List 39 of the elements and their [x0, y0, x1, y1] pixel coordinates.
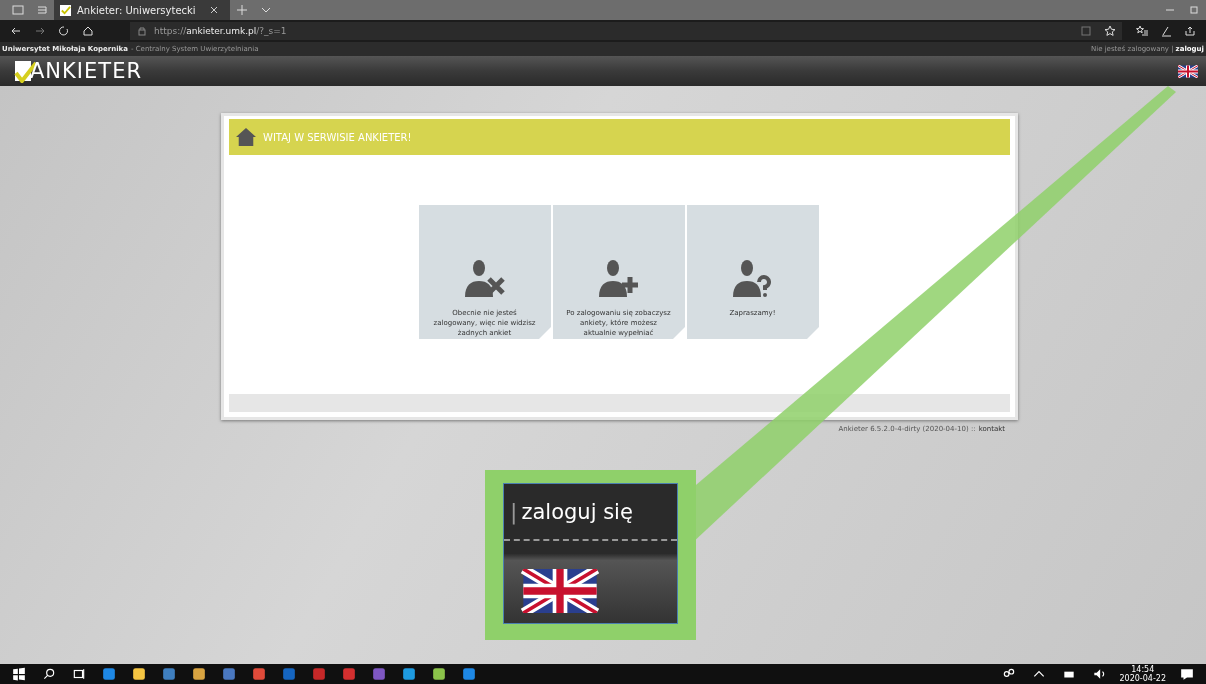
- refresh-icon[interactable]: [58, 25, 70, 37]
- user-add-icon: [596, 257, 641, 297]
- windows-logo-icon[interactable]: [12, 667, 26, 681]
- new-tab-icon[interactable]: [235, 4, 248, 16]
- lock-icon: [136, 25, 148, 37]
- app-icon[interactable]: [132, 667, 146, 681]
- user-remove-icon: [462, 257, 507, 297]
- folded-corner: [806, 327, 819, 339]
- notifications-icon[interactable]: [1180, 667, 1194, 681]
- app-icon[interactable]: [402, 667, 416, 681]
- back-tabs-icon[interactable]: [36, 4, 48, 16]
- address-field[interactable]: https://ankieter.umk.pl/?_s=1: [130, 22, 1122, 40]
- app-icon[interactable]: [102, 667, 116, 681]
- login-link-magnified: zaloguj się: [521, 499, 633, 524]
- pen-icon[interactable]: [1160, 25, 1172, 37]
- uk-flag-icon[interactable]: [1178, 64, 1198, 78]
- volume-icon[interactable]: [1091, 667, 1106, 681]
- browser-tab[interactable]: Ankieter: Uniwersytecki: [54, 0, 230, 20]
- panel-title: WITAJ W SERWISIE ANKIETER!: [263, 131, 412, 143]
- home-icon[interactable]: [82, 25, 94, 37]
- clock-time[interactable]: 14:54: [1131, 664, 1155, 674]
- app-icon[interactable]: [432, 667, 446, 681]
- star-icon[interactable]: [1104, 25, 1116, 37]
- tab-title: Ankieter: Uniwersytecki: [77, 4, 196, 16]
- tabs-aside-icon[interactable]: [12, 4, 24, 16]
- app-icon[interactable]: [192, 667, 206, 681]
- restore-icon[interactable]: [1188, 4, 1200, 16]
- search-icon[interactable]: [42, 667, 56, 681]
- separator-text: |: [510, 499, 518, 524]
- task-view-icon[interactable]: [72, 667, 86, 681]
- house-icon: [235, 127, 257, 147]
- forward-icon[interactable]: [34, 25, 46, 37]
- checkmark-icon: [60, 4, 71, 16]
- app-icon[interactable]: [462, 667, 476, 681]
- favorites-icon[interactable]: [1136, 25, 1148, 37]
- clock-date[interactable]: 2020-04-22: [1119, 674, 1166, 684]
- share-icon[interactable]: [1184, 25, 1196, 37]
- back-icon[interactable]: [10, 25, 22, 37]
- logo[interactable]: ANKIETER: [14, 59, 142, 83]
